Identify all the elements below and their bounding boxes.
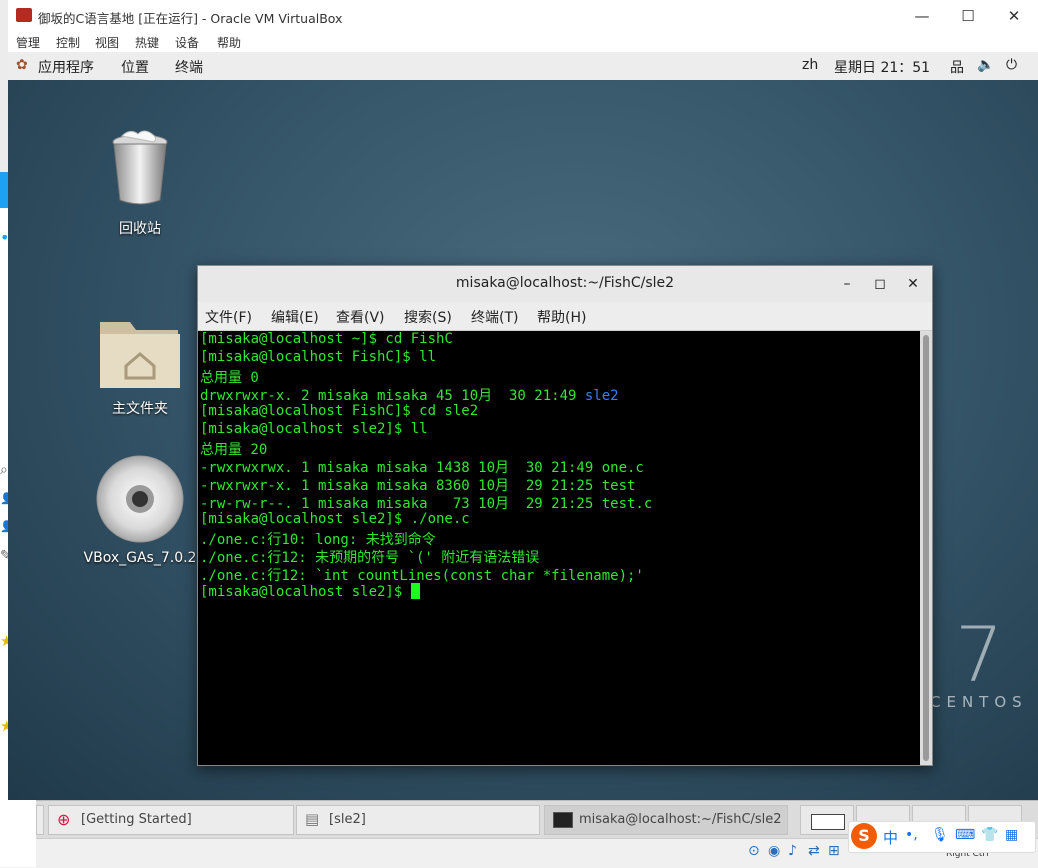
taskbar-item[interactable]: ▤ [sle2] [296,805,540,835]
terminal-line: [misaka@localhost FishC]$ cd sle2 [200,403,479,419]
terminal-menubar: 文件(F) 编辑(E) 查看(V) 搜索(S) 终端(T) 帮助(H) [198,302,932,331]
terminal-line: 总用量 0 [200,370,259,386]
microphone-icon[interactable]: 🎙 [931,827,949,843]
terminal-output[interactable]: [misaka@localhost ~]$ cd FishC [misaka@l… [198,331,920,765]
terminal-title: misaka@localhost:~/FishC/sle2 [455,275,675,291]
terminal-line: drwxrwxr-x. 2 misaka misaka 45 10月 30 21… [200,385,619,405]
terminal-menu-edit[interactable]: 编辑(E) [271,307,319,327]
menu-help[interactable]: 帮助 [217,34,241,51]
desktop-icon-label: VBox_GAs_7.0.2 [83,550,197,566]
terminal-line: [misaka@localhost ~]$ cd FishC [200,331,453,347]
terminal-icon [553,812,573,828]
terminal-menu-terminal[interactable]: 终端(T) [471,307,518,327]
applications-menu[interactable]: 应用程序 [38,57,94,77]
audio-icon[interactable]: ♪ [788,843,797,859]
vm-window-titlebar: 御坂的C语言基地 [正在运行] - Oracle VM VirtualBox —… [8,0,1038,33]
terminal-window: misaka@localhost:~/FishC/sle2 – ◻ ✕ 文件(F… [197,265,933,766]
vm-menubar: 管理 控制 视图 热键 设备 帮助 [8,32,1038,52]
terminal-prompt: [misaka@localhost sle2]$ [200,584,411,600]
terminal-line: [misaka@localhost FishC]$ ll [200,349,437,365]
virtualbox-icon [16,8,32,22]
terminal-line: -rwxrwxrwx. 1 misaka misaka 1438 10月 30 … [200,460,644,476]
terminal-line: 总用量 20 [200,442,268,458]
keyboard-icon[interactable]: ⌨ [955,827,975,843]
ime-mode[interactable]: 中 [883,827,898,848]
workspace-1[interactable] [800,805,854,835]
terminal-line: [misaka@localhost sle2]$ ./one.c [200,511,470,527]
menu-devices[interactable]: 设备 [175,34,199,51]
window-title: 御坂的C语言基地 [正在运行] - Oracle VM VirtualBox [38,11,343,26]
taskbar-item-active[interactable]: misaka@localhost:~/FishC/sle2 [544,805,788,835]
menu-hotkey[interactable]: 热键 [135,34,159,51]
terminal-cursor [410,583,420,599]
centos-version: 7 [955,610,1004,699]
optical-drive-icon[interactable]: ◉ [768,843,780,859]
close-button[interactable]: ✕ [994,4,1034,28]
network-icon[interactable]: 品 [950,57,964,77]
workspace-window-thumb [811,814,845,830]
terminal-prompt-line: [misaka@localhost sle2]$ [200,583,420,600]
trash-icon[interactable] [110,128,170,208]
taskbar-item[interactable]: ⊕ [Getting Started] [48,805,294,835]
home-folder-icon[interactable] [98,308,182,392]
input-language[interactable]: zh [802,57,818,73]
terminal-scrollbar-thumb[interactable] [923,335,929,761]
ime-toolbar: S 中 •, 🎙 ⌨ 👕 ▦ [848,821,1036,853]
punctuation-icon[interactable]: •, [905,827,918,843]
desktop-icon-label: 回收站 [119,221,161,237]
network-adapter-icon[interactable]: ⇄ [808,843,820,859]
menu-manage[interactable]: 管理 [16,34,40,51]
clock[interactable]: 星期日 21：51 [834,57,930,77]
menu-view[interactable]: 视图 [95,34,119,51]
taskbar-item-label: [sle2] [329,812,366,827]
terminal-app-menu[interactable]: 终端 [175,57,203,77]
lifebuoy-icon: ⊕ [57,810,71,829]
terminal-menu-search[interactable]: 搜索(S) [404,307,452,327]
terminal-line-text: drwxrwxr-x. 2 misaka misaka 45 10月 30 21… [200,388,585,404]
skin-icon[interactable]: 👕 [981,827,998,843]
terminal-menu-view[interactable]: 查看(V) [336,307,385,327]
centos-wordmark: CENTOS [930,693,1028,711]
taskbar-edge [36,805,44,835]
terminal-line: ./one.c:行12: `int countLines(const char … [200,568,644,584]
toolbox-icon[interactable]: ▦ [1005,827,1018,843]
terminal-line: [misaka@localhost sle2]$ ll [200,421,428,437]
gnome-top-bar: ✿ 应用程序 位置 终端 zh 星期日 21：51 品 🔈 ⏻ [8,52,1038,81]
desktop-icon-label: 主文件夹 [112,401,168,417]
terminal-menu-help[interactable]: 帮助(H) [537,307,586,327]
directory-name: sle2 [584,388,619,404]
terminal-close-button[interactable]: ✕ [902,273,924,295]
places-menu[interactable]: 位置 [121,57,149,77]
terminal-line: -rwxrwxr-x. 1 misaka misaka 8360 10月 29 … [200,478,636,494]
terminal-menu-file[interactable]: 文件(F) [205,307,252,327]
terminal-line: ./one.c:行12: 未预期的符号 `(' 附近有语法错误 [200,550,540,566]
gnome-foot-icon: ✿ [16,57,28,73]
storage-icon[interactable]: ⊙ [748,843,760,859]
shared-folder-icon[interactable]: ⊞ [828,843,840,859]
taskbar-item-label: misaka@localhost:~/FishC/sle2 [579,812,782,827]
power-icon[interactable]: ⏻ [1006,57,1017,73]
menu-control[interactable]: 控制 [56,34,80,51]
file-manager-icon: ▤ [305,810,320,828]
minimize-button[interactable]: — [902,4,942,28]
terminal-minimize-button[interactable]: – [836,273,858,295]
maximize-button[interactable]: ☐ [948,4,988,28]
cd-icon[interactable] [96,455,184,543]
taskbar-item-label: [Getting Started] [81,812,192,827]
sogou-logo[interactable]: S [851,823,877,849]
volume-icon[interactable]: 🔈 [977,57,994,73]
terminal-line: ./one.c:行10: long: 未找到命令 [200,532,436,548]
terminal-line: -rw-rw-r--. 1 misaka misaka 73 10月 29 21… [200,496,653,512]
terminal-maximize-button[interactable]: ◻ [869,273,891,295]
